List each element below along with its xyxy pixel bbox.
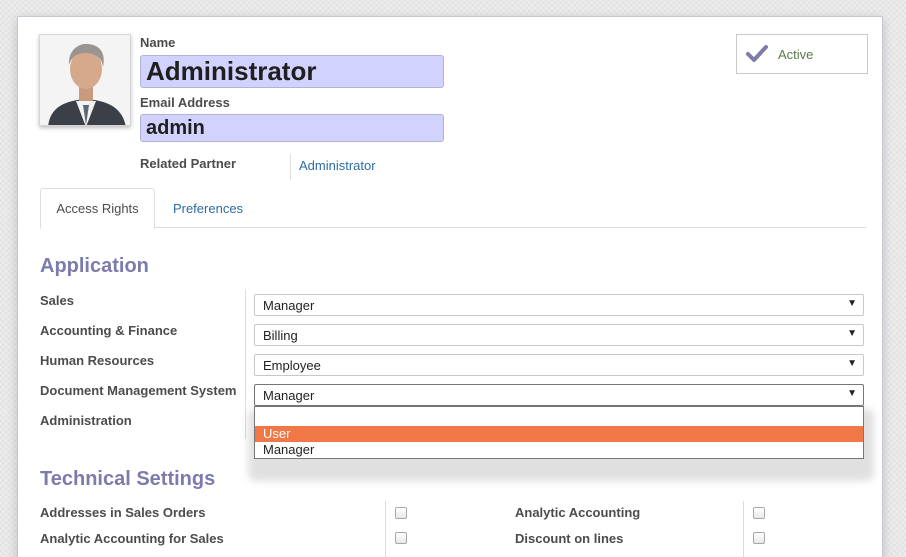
email-label: Email Address bbox=[140, 95, 230, 110]
triangle-down-icon: ▼ bbox=[847, 388, 857, 399]
avatar-portrait-icon bbox=[40, 35, 130, 125]
human-resources-label: Human Resources bbox=[40, 353, 155, 368]
triangle-down-icon: ▼ bbox=[847, 328, 857, 339]
triangle-down-icon: ▼ bbox=[847, 358, 857, 369]
analytic-accounting-label: Analytic Accounting bbox=[515, 505, 641, 520]
notebook-tabs: Access Rights Preferences bbox=[40, 188, 866, 229]
document-management-select[interactable]: Manager ▼ bbox=[254, 384, 864, 406]
addresses-sales-orders-checkbox[interactable] bbox=[395, 507, 407, 519]
accounting-finance-label: Accounting & Finance bbox=[40, 323, 178, 338]
tab-access-rights[interactable]: Access Rights bbox=[40, 188, 155, 229]
related-partner-link[interactable]: Administrator bbox=[299, 158, 376, 173]
analytic-accounting-sales-checkbox[interactable] bbox=[395, 532, 407, 544]
analytic-accounting-sales-label: Analytic Accounting for Sales bbox=[40, 531, 224, 546]
field-separator bbox=[385, 501, 386, 557]
user-avatar[interactable] bbox=[39, 34, 131, 126]
triangle-down-icon: ▼ bbox=[847, 298, 857, 309]
checkmark-icon bbox=[746, 45, 768, 62]
field-separator bbox=[290, 154, 291, 180]
form-sheet: Name Administrator Email Address admin R… bbox=[17, 16, 883, 557]
dropdown-option-empty[interactable] bbox=[255, 407, 863, 426]
name-input[interactable]: Administrator bbox=[140, 55, 444, 88]
dropdown-list[interactable]: User Manager bbox=[254, 406, 864, 459]
sales-select-value: Manager bbox=[263, 297, 315, 313]
sales-label: Sales bbox=[40, 293, 74, 308]
technical-settings-title: Technical Settings bbox=[40, 468, 216, 490]
sales-select[interactable]: Manager ▼ bbox=[254, 294, 864, 316]
discount-on-lines-checkbox[interactable] bbox=[753, 532, 765, 544]
discount-on-lines-label: Discount on lines bbox=[515, 531, 624, 546]
accounting-finance-select[interactable]: Billing ▼ bbox=[254, 324, 864, 346]
related-partner-label: Related Partner bbox=[140, 156, 237, 171]
tab-preferences[interactable]: Preferences bbox=[158, 188, 258, 229]
human-resources-select[interactable]: Employee ▼ bbox=[254, 354, 864, 376]
document-management-label: Document Management System bbox=[40, 383, 237, 398]
email-input[interactable]: admin bbox=[140, 114, 444, 142]
active-label: Active bbox=[778, 46, 814, 62]
human-resources-select-value: Employee bbox=[263, 357, 321, 373]
administration-label: Administration bbox=[40, 413, 132, 428]
application-section-title: Application bbox=[40, 255, 149, 277]
active-toggle-button[interactable]: Active bbox=[736, 34, 868, 74]
field-separator bbox=[245, 289, 246, 439]
dropdown-option-manager[interactable]: Manager bbox=[255, 442, 863, 458]
accounting-finance-select-value: Billing bbox=[263, 327, 298, 343]
analytic-accounting-checkbox[interactable] bbox=[753, 507, 765, 519]
addresses-sales-orders-label: Addresses in Sales Orders bbox=[40, 505, 206, 520]
document-management-select-value: Manager bbox=[263, 387, 315, 403]
name-label: Name bbox=[140, 35, 176, 50]
field-separator bbox=[743, 501, 744, 557]
dropdown-option-user[interactable]: User bbox=[255, 426, 863, 442]
